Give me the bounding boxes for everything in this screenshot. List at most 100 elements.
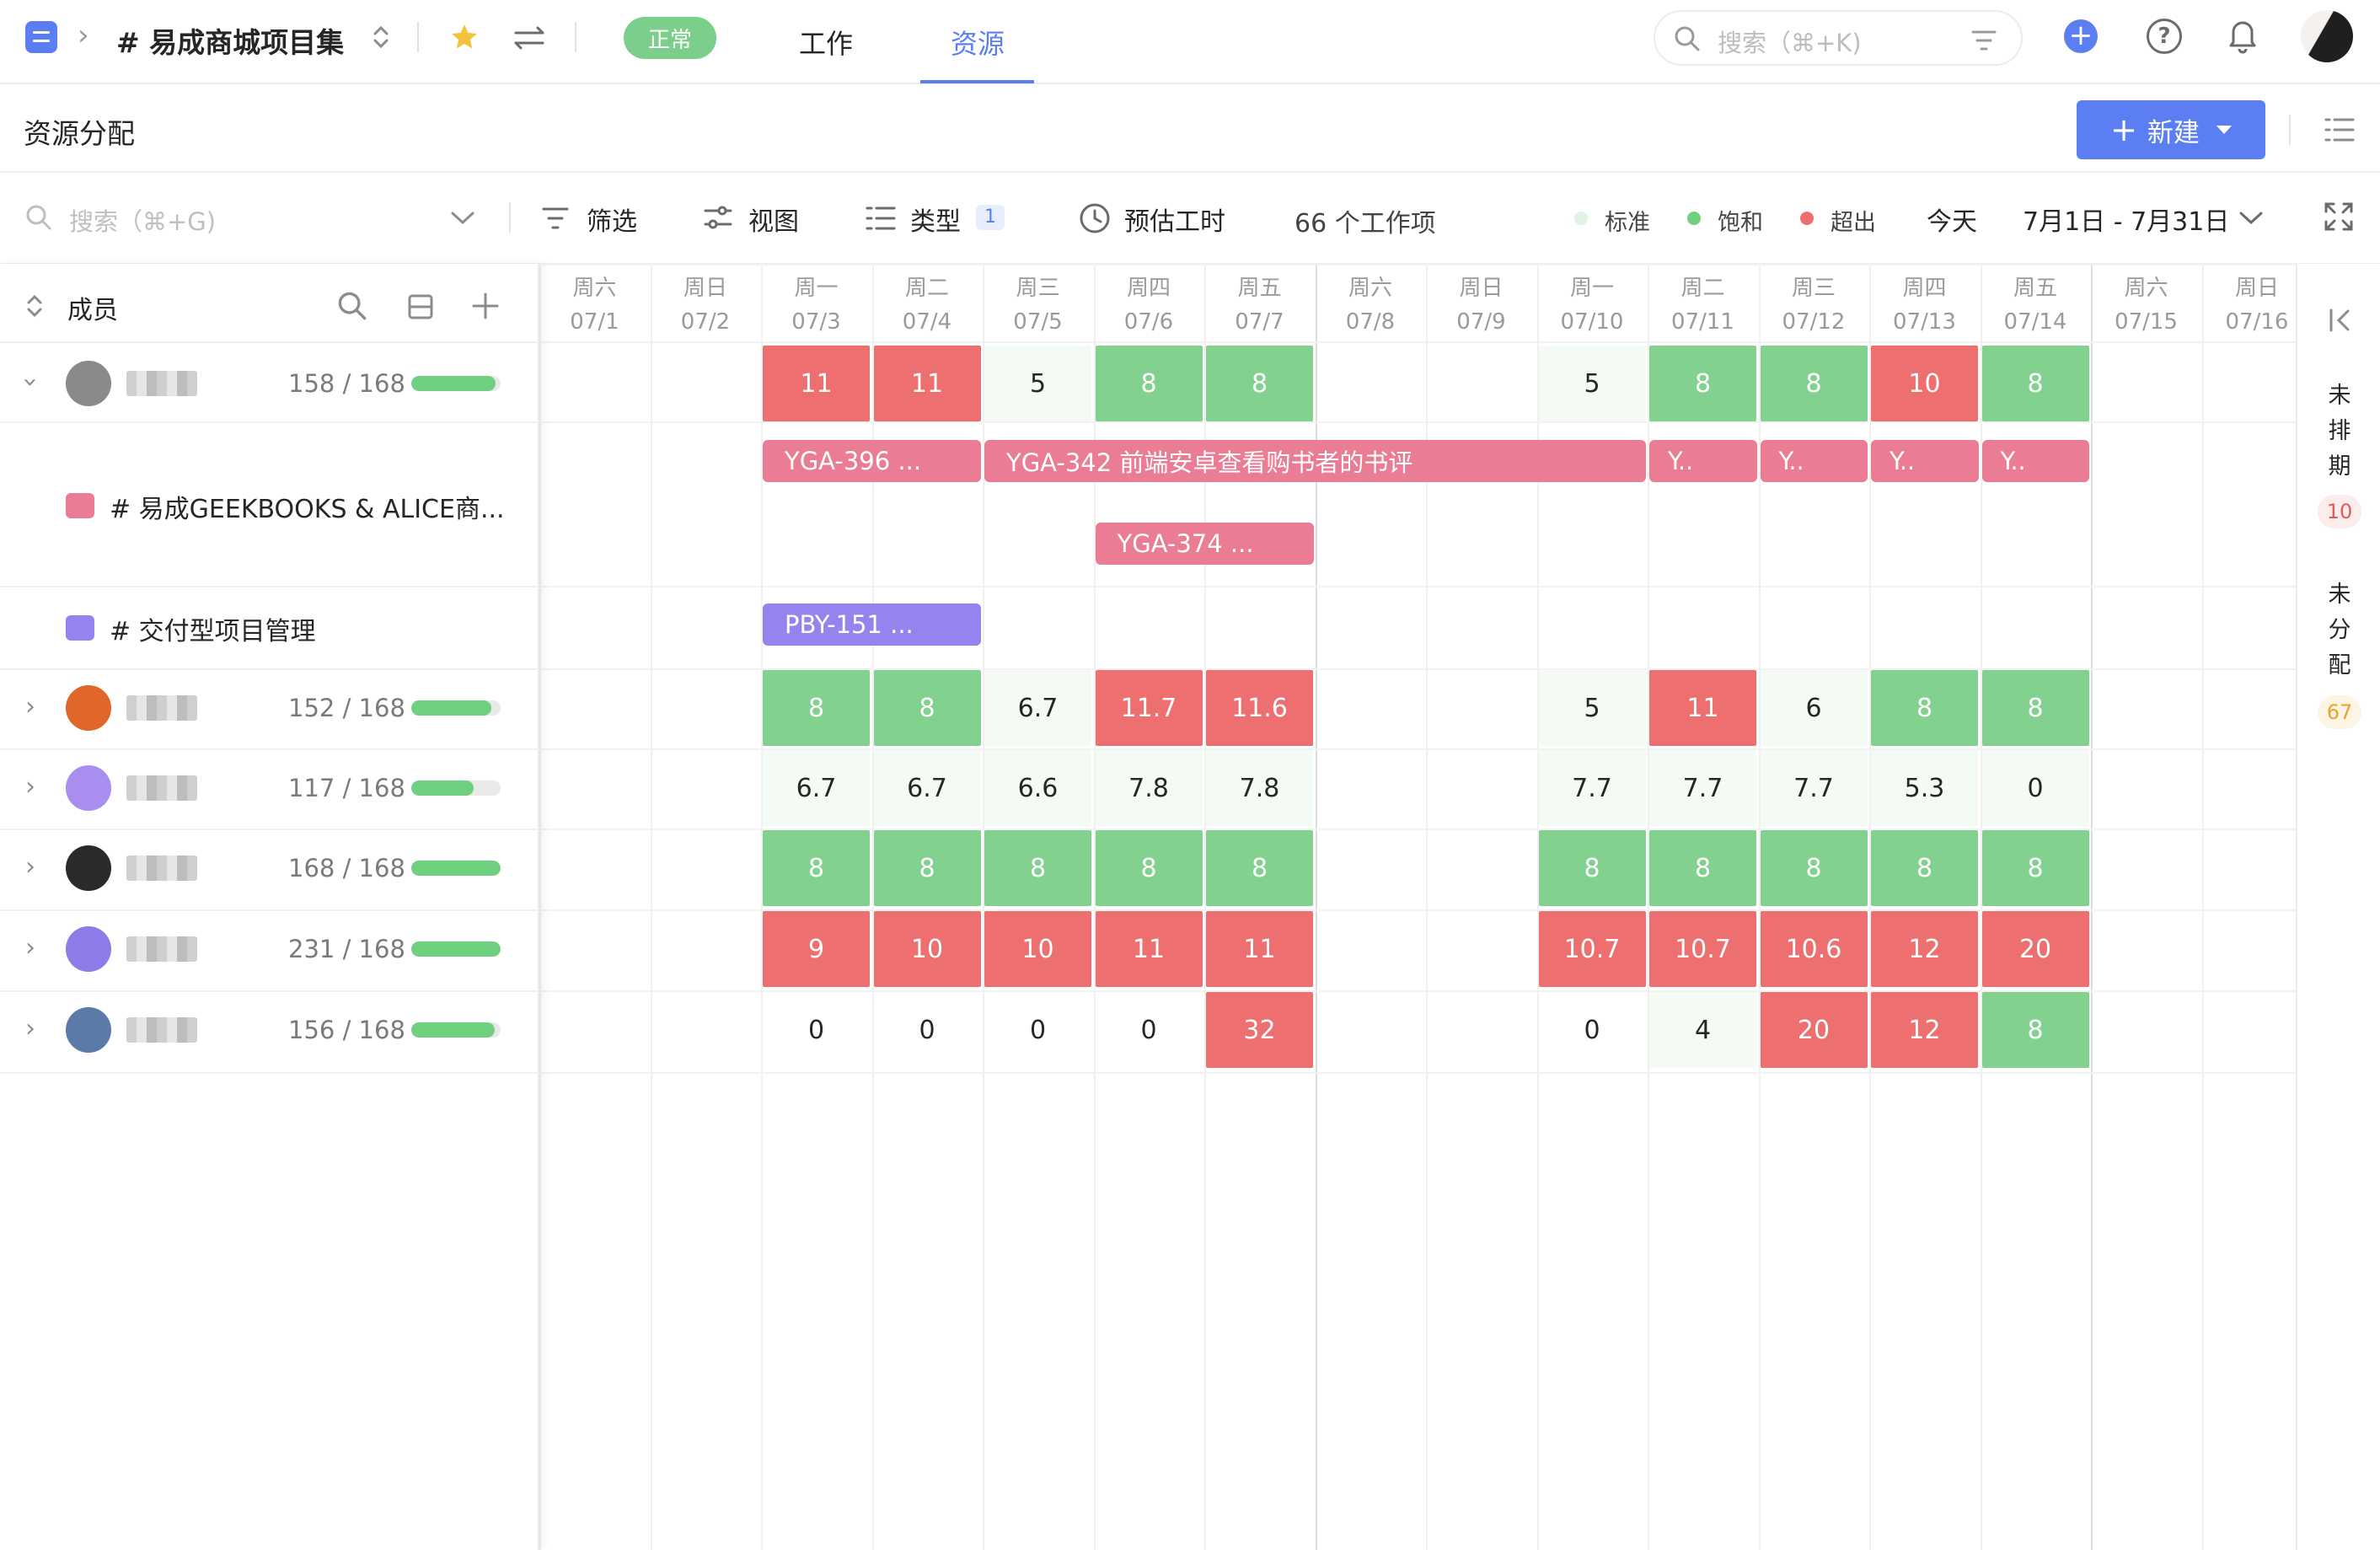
hours-cell[interactable]: 7.7 — [1649, 750, 1756, 826]
hours-cell[interactable]: 8 — [1760, 346, 1868, 421]
project-name[interactable]: # 交付型项目管理 — [110, 610, 316, 647]
hours-cell[interactable]: 11.7 — [1095, 670, 1203, 746]
chevron-right-icon[interactable]: › — [25, 1014, 35, 1043]
hours-cell[interactable]: 5.3 — [1871, 750, 1978, 826]
chevron-right-icon[interactable]: › — [25, 692, 35, 721]
today-button[interactable]: 今天 — [1927, 201, 1977, 238]
hours-cell[interactable]: 5 — [984, 346, 1091, 421]
quick-create-icon[interactable]: + — [2064, 19, 2098, 53]
tab-work[interactable]: 工作 — [784, 0, 868, 84]
hours-cell[interactable]: 12 — [1871, 992, 1978, 1068]
view-button[interactable]: 视图 — [748, 201, 799, 238]
hours-cell[interactable]: 6 — [1760, 670, 1868, 746]
hours-cell[interactable]: 8 — [873, 670, 981, 746]
hours-cell[interactable]: 10 — [873, 911, 981, 987]
hours-cell[interactable]: 6.6 — [984, 750, 1091, 826]
hours-cell[interactable]: 6.7 — [763, 750, 870, 826]
hours-cell[interactable]: 11.6 — [1206, 670, 1313, 746]
task-bar[interactable]: Y.. — [1649, 440, 1757, 482]
member-row[interactable]: › 152 / 168 — [0, 670, 538, 746]
hours-cell[interactable]: 32 — [1206, 992, 1313, 1068]
member-row[interactable]: › 168 / 168 — [0, 830, 538, 906]
status-badge[interactable]: 正常 — [624, 17, 716, 59]
hours-cell[interactable]: 0 — [1539, 992, 1646, 1068]
avatar[interactable] — [66, 685, 111, 731]
hours-cell[interactable]: 11 — [873, 346, 981, 421]
hours-cell[interactable]: 8 — [1206, 830, 1313, 906]
hours-cell[interactable]: 6.7 — [984, 670, 1091, 746]
task-bar[interactable]: PBY-151 ... — [763, 603, 981, 646]
hours-cell[interactable]: 10.7 — [1538, 911, 1646, 987]
hours-cell[interactable]: 8 — [1981, 346, 2089, 421]
hours-cell[interactable]: 6.7 — [873, 750, 981, 826]
collapse-all-icon[interactable] — [406, 292, 435, 321]
hours-cell[interactable]: 11 — [1206, 911, 1313, 987]
project-name[interactable]: # 易成GEEKBOOKS & ALICE商... — [110, 488, 505, 525]
date-range-selector[interactable]: 7月1日 - 7月31日 — [2023, 201, 2229, 238]
hours-cell[interactable]: 8 — [1981, 830, 2089, 906]
chevron-down-icon[interactable]: › — [16, 378, 46, 388]
member-row[interactable]: › 231 / 168 — [0, 911, 538, 987]
hours-cell[interactable]: 10 — [1871, 346, 1978, 421]
new-button[interactable]: + 新建 — [2077, 100, 2265, 159]
star-icon[interactable] — [448, 22, 480, 52]
avatar[interactable] — [66, 926, 111, 972]
tab-resources[interactable]: 资源 — [935, 0, 1020, 84]
type-button[interactable]: 类型 — [910, 201, 961, 238]
hours-cell[interactable]: 7.7 — [1760, 750, 1868, 826]
hours-cell[interactable]: 8 — [984, 830, 1091, 906]
help-icon[interactable]: ? — [2147, 19, 2182, 54]
hours-cell[interactable]: 7.8 — [1095, 750, 1203, 826]
hours-cell[interactable]: 5 — [1538, 670, 1646, 746]
switch-project-icon[interactable] — [371, 22, 391, 52]
project-row[interactable]: # 交付型项目管理 — [0, 590, 538, 670]
hours-cell[interactable]: 8 — [763, 830, 870, 906]
task-bar[interactable]: Y.. — [1760, 440, 1868, 482]
project-list-icon[interactable] — [25, 21, 57, 53]
hours-cell[interactable]: 8 — [763, 670, 870, 746]
task-bar[interactable]: Y.. — [1871, 440, 1979, 482]
hours-cell[interactable]: 0 — [1096, 992, 1203, 1068]
member-row[interactable]: › 156 / 168 — [0, 992, 538, 1068]
avatar[interactable] — [66, 845, 111, 891]
filter-icon[interactable] — [1970, 29, 1997, 52]
hours-cell[interactable]: 8 — [873, 830, 981, 906]
unscheduled-tab[interactable]: 未 排 期 — [2323, 378, 2356, 485]
unassigned-tab[interactable]: 未 分 配 — [2323, 577, 2356, 684]
search-icon[interactable] — [337, 291, 367, 321]
chevron-right-icon[interactable]: › — [25, 772, 35, 802]
chevron-down-icon[interactable] — [2238, 211, 2264, 226]
avatar[interactable] — [66, 1007, 111, 1053]
hours-cell[interactable]: 11 — [1095, 911, 1203, 987]
hours-cell[interactable]: 8 — [1095, 346, 1203, 421]
task-bar[interactable]: YGA-374 ... — [1095, 523, 1314, 565]
sort-icon[interactable] — [25, 291, 44, 321]
hours-cell[interactable]: 8 — [1981, 992, 2089, 1068]
notification-bell-icon[interactable] — [2227, 17, 2259, 54]
hours-cell[interactable]: 7.8 — [1206, 750, 1313, 826]
hours-cell[interactable]: 9 — [763, 911, 870, 987]
hours-cell[interactable]: 10.6 — [1760, 911, 1868, 987]
hours-cell[interactable]: 0 — [763, 992, 870, 1068]
filter-button[interactable]: 筛选 — [587, 201, 637, 238]
hours-cell[interactable]: 8 — [1538, 830, 1646, 906]
member-row[interactable]: › 117 / 168 — [0, 750, 538, 826]
add-member-icon[interactable] — [470, 291, 501, 321]
hours-cell[interactable]: 8 — [1206, 346, 1313, 421]
hours-cell[interactable]: 8 — [1871, 670, 1978, 746]
avatar[interactable] — [66, 765, 111, 811]
chevron-right-icon[interactable]: › — [25, 933, 35, 963]
hours-cell[interactable]: 7.7 — [1538, 750, 1646, 826]
hours-cell[interactable]: 0 — [874, 992, 981, 1068]
hours-cell[interactable]: 4 — [1649, 992, 1756, 1068]
hours-cell[interactable]: 0 — [984, 992, 1091, 1068]
settings-sliders-icon[interactable] — [512, 24, 546, 52]
hours-cell[interactable]: 12 — [1871, 911, 1978, 987]
hours-cell[interactable]: 8 — [1649, 346, 1756, 421]
hours-cell[interactable]: 11 — [763, 346, 870, 421]
chevron-down-icon[interactable] — [450, 211, 475, 226]
estimate-hours-button[interactable]: 预估工时 — [1124, 201, 1225, 238]
hours-cell[interactable]: 8 — [1760, 830, 1868, 906]
user-avatar[interactable] — [2301, 10, 2353, 62]
collapse-panel-icon[interactable] — [2328, 308, 2353, 333]
